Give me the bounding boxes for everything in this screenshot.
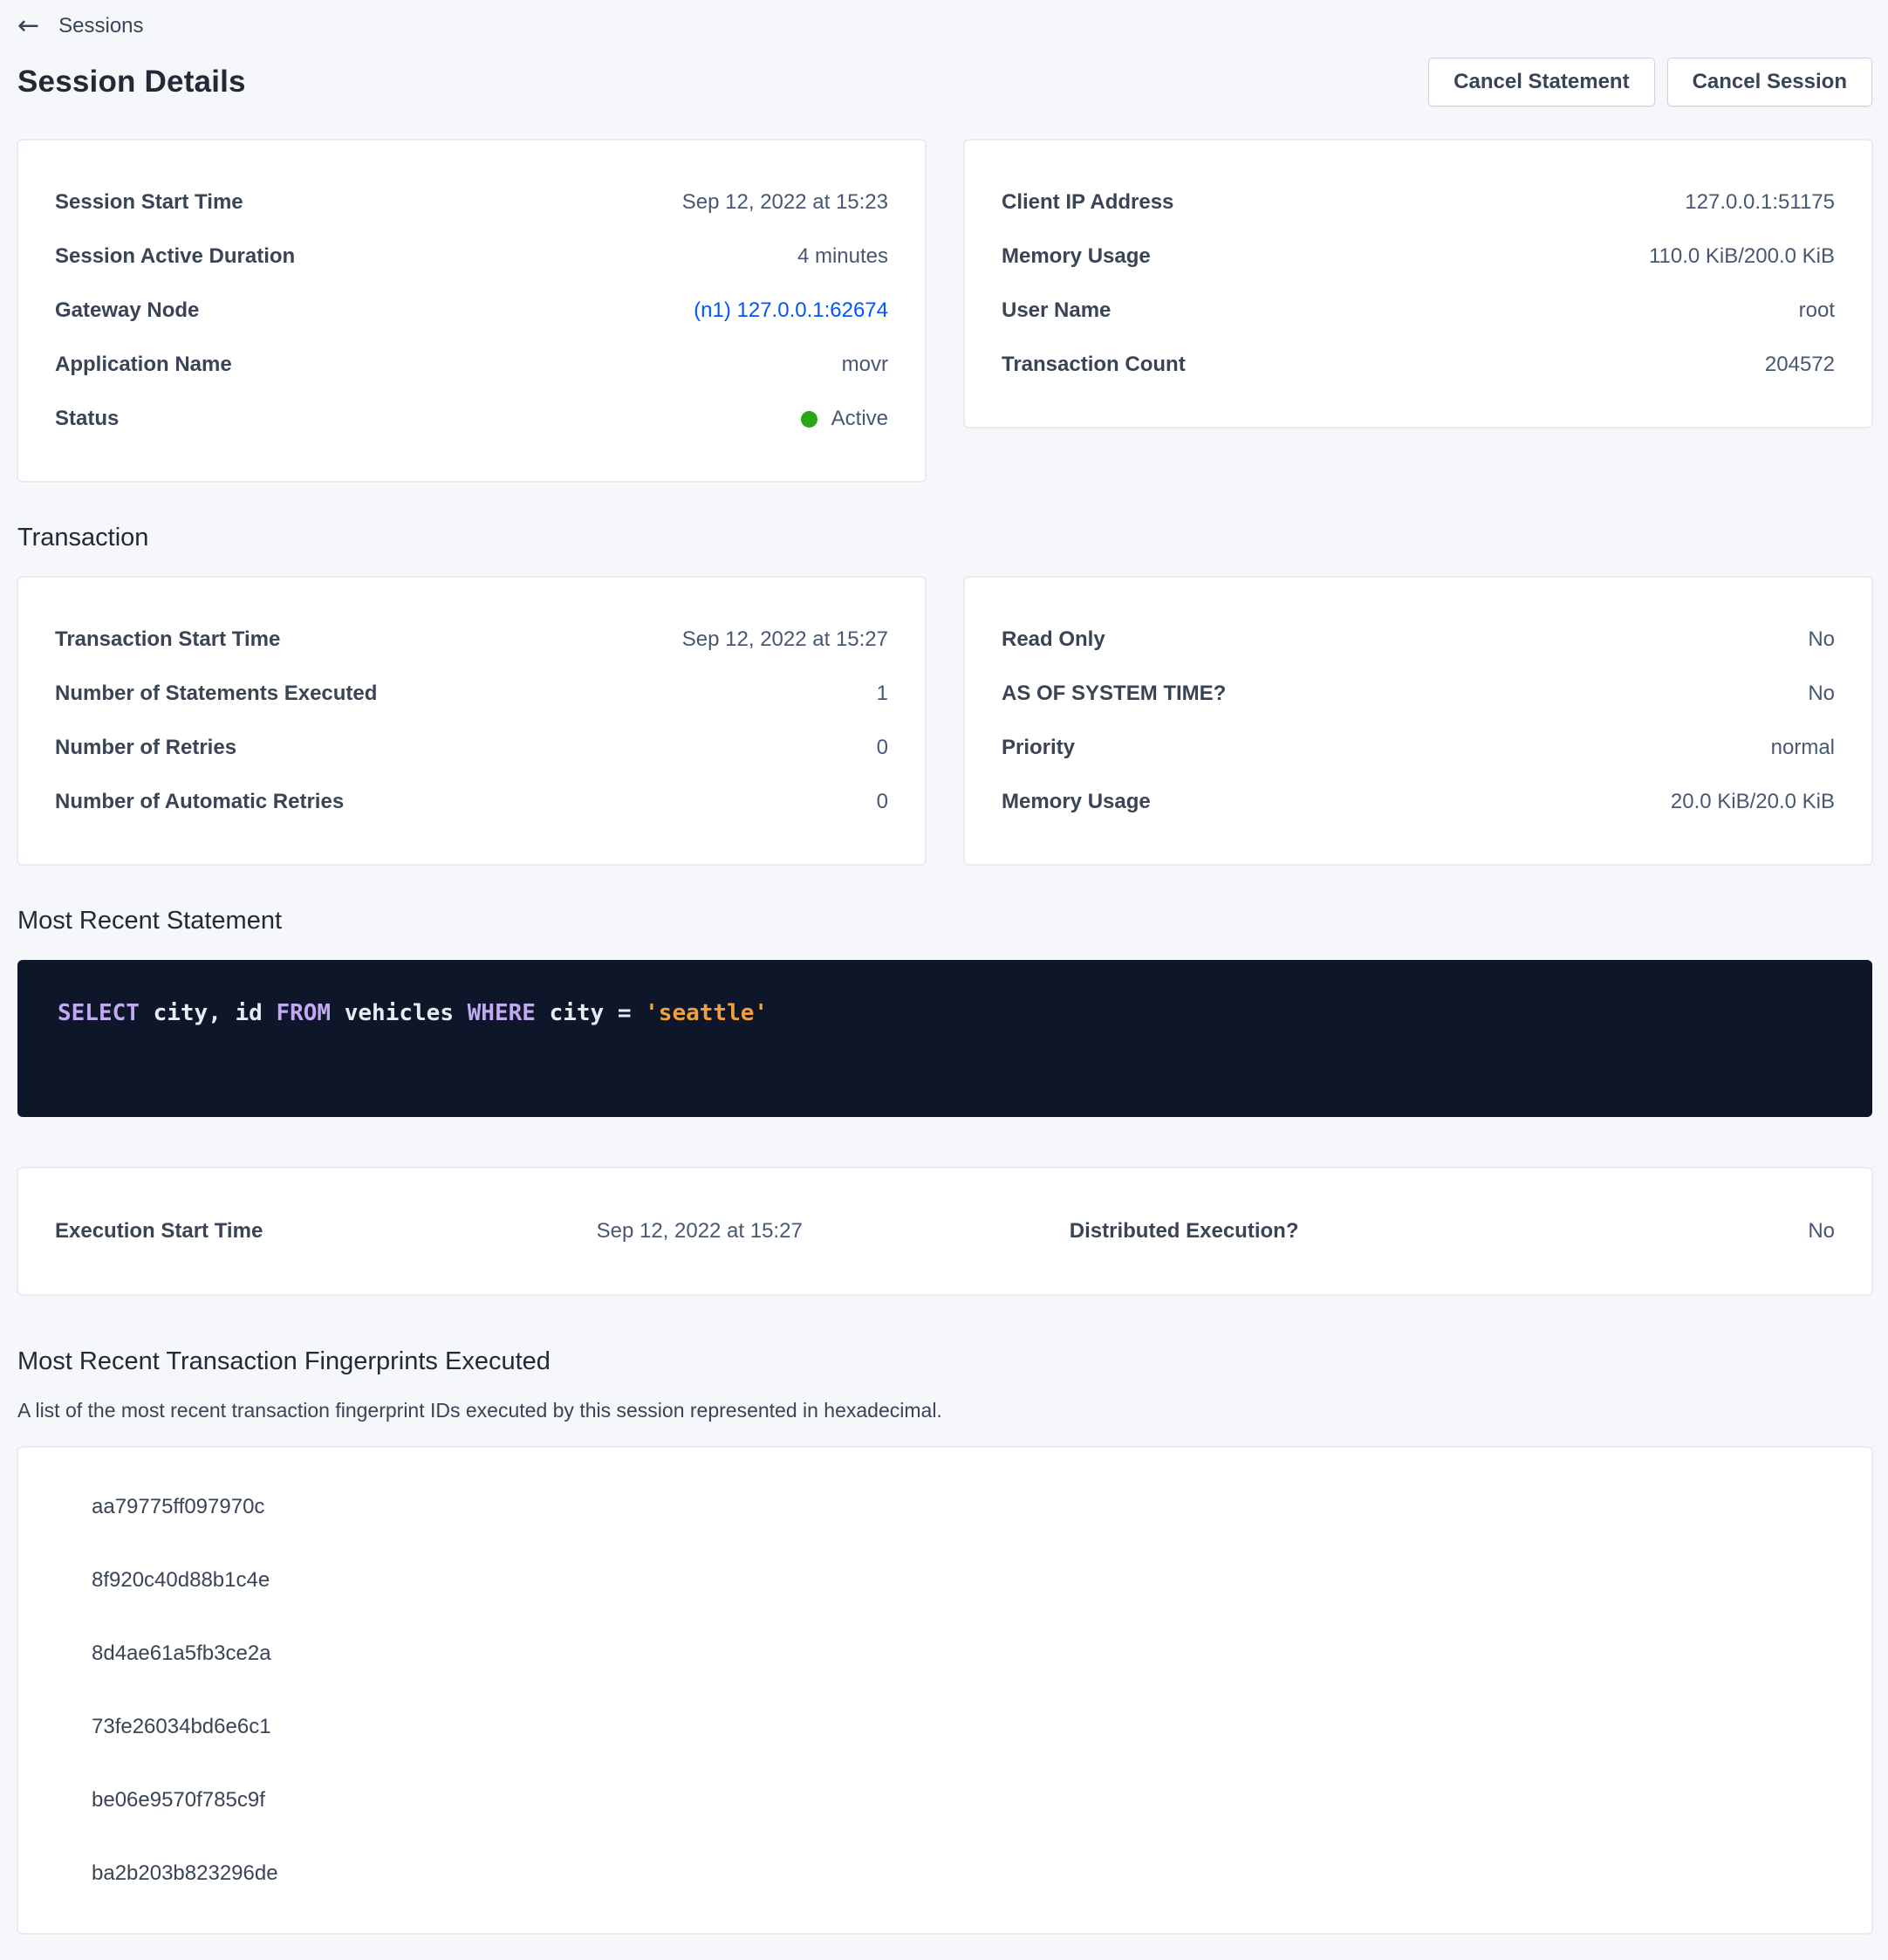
application-name-row: Application Name movr [55,338,888,392]
session-start-time-row: Session Start Time Sep 12, 2022 at 15:23 [55,175,888,230]
cancel-statement-button[interactable]: Cancel Statement [1428,58,1654,106]
read-only-row: Read Only No [1002,613,1835,667]
user-name-label: User Name [1002,298,1111,323]
user-name-value: root [1799,298,1835,323]
application-name-value: movr [842,353,888,377]
retries-row: Number of Retries 0 [55,721,888,775]
transaction-card-right: Read Only No AS OF SYSTEM TIME? No Prior… [964,577,1872,865]
client-ip-row: Client IP Address 127.0.0.1:51175 [1002,175,1835,230]
session-details-page: ← Sessions Session Details Cancel Statem… [0,0,1888,1960]
transaction-card-left: Transaction Start Time Sep 12, 2022 at 1… [17,577,926,865]
cancel-session-button[interactable]: Cancel Session [1667,58,1872,106]
sql-string-literal: 'seattle' [645,1000,768,1026]
transaction-start-time-value: Sep 12, 2022 at 15:27 [682,627,888,652]
retries-label: Number of Retries [55,736,236,760]
execution-card: Execution Start Time Sep 12, 2022 at 15:… [17,1168,1872,1295]
sql-text: city = [536,1000,645,1026]
fingerprint-id: 8d4ae61a5fb3ce2a [55,1617,1835,1690]
fingerprint-id: be06e9570f785c9f [55,1764,1835,1837]
sql-text: vehicles [331,1000,468,1026]
read-only-value: No [1808,627,1835,652]
status-badge: Active [801,407,888,431]
transaction-section-heading: Transaction [17,524,1872,552]
distributed-execution-value: No [1808,1219,1835,1244]
sql-keyword: SELECT [58,1000,140,1026]
page-header: Session Details Cancel Statement Cancel … [17,58,1872,106]
page-title: Session Details [17,65,246,99]
session-memory-usage-label: Memory Usage [1002,244,1151,269]
statements-executed-label: Number of Statements Executed [55,682,377,706]
sql-keyword: FROM [276,1000,331,1026]
header-actions: Cancel Statement Cancel Session [1428,58,1872,106]
sql-text: city, id [140,1000,277,1026]
fingerprint-id: 8f920c40d88b1c4e [55,1544,1835,1617]
fingerprint-id: ba2b203b823296de [55,1837,1835,1910]
automatic-retries-value: 0 [877,790,888,814]
session-active-duration-value: 4 minutes [797,244,888,269]
fingerprint-id: 73fe26034bd6e6c1 [55,1690,1835,1764]
gateway-node-link[interactable]: (n1) 127.0.0.1:62674 [694,298,888,323]
execution-start-time-value: Sep 12, 2022 at 15:27 [597,1219,803,1244]
priority-value: normal [1771,736,1835,760]
client-ip-label: Client IP Address [1002,190,1173,215]
session-memory-usage-row: Memory Usage 110.0 KiB/200.0 KiB [1002,230,1835,284]
status-value: Active [831,407,888,431]
transaction-count-label: Transaction Count [1002,353,1186,377]
breadcrumb-sessions-link[interactable]: Sessions [58,14,143,38]
execution-start-time-label: Execution Start Time [55,1219,263,1244]
retries-value: 0 [877,736,888,760]
transaction-section: Transaction Start Time Sep 12, 2022 at 1… [17,577,1872,865]
session-active-duration-row: Session Active Duration 4 minutes [55,230,888,284]
sql-statement-box: SELECT city, id FROM vehicles WHERE city… [17,960,1872,1117]
session-summary-card-right: Client IP Address 127.0.0.1:51175 Memory… [964,140,1872,428]
client-ip-value: 127.0.0.1:51175 [1685,190,1835,215]
priority-label: Priority [1002,736,1075,760]
distributed-execution-row: Distributed Execution? No [803,1219,1835,1244]
sql-keyword: WHERE [468,1000,536,1026]
priority-row: Priority normal [1002,721,1835,775]
session-summary-card-left: Session Start Time Sep 12, 2022 at 15:23… [17,140,926,482]
status-row: Status Active [55,392,888,446]
transaction-memory-usage-value: 20.0 KiB/20.0 KiB [1671,790,1835,814]
read-only-label: Read Only [1002,627,1105,652]
session-memory-usage-value: 110.0 KiB/200.0 KiB [1649,244,1835,269]
breadcrumb: ← Sessions [17,9,1872,44]
back-arrow-icon[interactable]: ← [17,13,39,39]
session-summary-section: Session Start Time Sep 12, 2022 at 15:23… [17,140,1872,482]
gateway-node-label: Gateway Node [55,298,199,323]
fingerprint-id: aa79775ff097970c [55,1470,1835,1544]
fingerprints-card: aa79775ff097970c 8f920c40d88b1c4e 8d4ae6… [17,1447,1872,1934]
distributed-execution-label: Distributed Execution? [1070,1219,1299,1244]
status-active-icon [801,411,817,428]
session-active-duration-label: Session Active Duration [55,244,295,269]
as-of-system-time-row: AS OF SYSTEM TIME? No [1002,667,1835,721]
as-of-system-time-label: AS OF SYSTEM TIME? [1002,682,1226,706]
gateway-node-row: Gateway Node (n1) 127.0.0.1:62674 [55,284,888,338]
automatic-retries-row: Number of Automatic Retries 0 [55,775,888,829]
application-name-label: Application Name [55,353,232,377]
transaction-memory-usage-label: Memory Usage [1002,790,1151,814]
statements-executed-row: Number of Statements Executed 1 [55,667,888,721]
execution-start-time-row: Execution Start Time Sep 12, 2022 at 15:… [55,1219,803,1244]
user-name-row: User Name root [1002,284,1835,338]
transaction-start-time-row: Transaction Start Time Sep 12, 2022 at 1… [55,613,888,667]
as-of-system-time-value: No [1808,682,1835,706]
fingerprints-section-heading: Most Recent Transaction Fingerprints Exe… [17,1347,1872,1376]
statements-executed-value: 1 [877,682,888,706]
transaction-start-time-label: Transaction Start Time [55,627,280,652]
statement-section-heading: Most Recent Statement [17,907,1872,935]
automatic-retries-label: Number of Automatic Retries [55,790,344,814]
session-start-time-value: Sep 12, 2022 at 15:23 [682,190,888,215]
transaction-memory-usage-row: Memory Usage 20.0 KiB/20.0 KiB [1002,775,1835,829]
transaction-count-value: 204572 [1765,353,1835,377]
transaction-count-row: Transaction Count 204572 [1002,338,1835,392]
fingerprints-description: A list of the most recent transaction fi… [17,1399,1872,1422]
session-start-time-label: Session Start Time [55,190,243,215]
status-label: Status [55,407,119,431]
